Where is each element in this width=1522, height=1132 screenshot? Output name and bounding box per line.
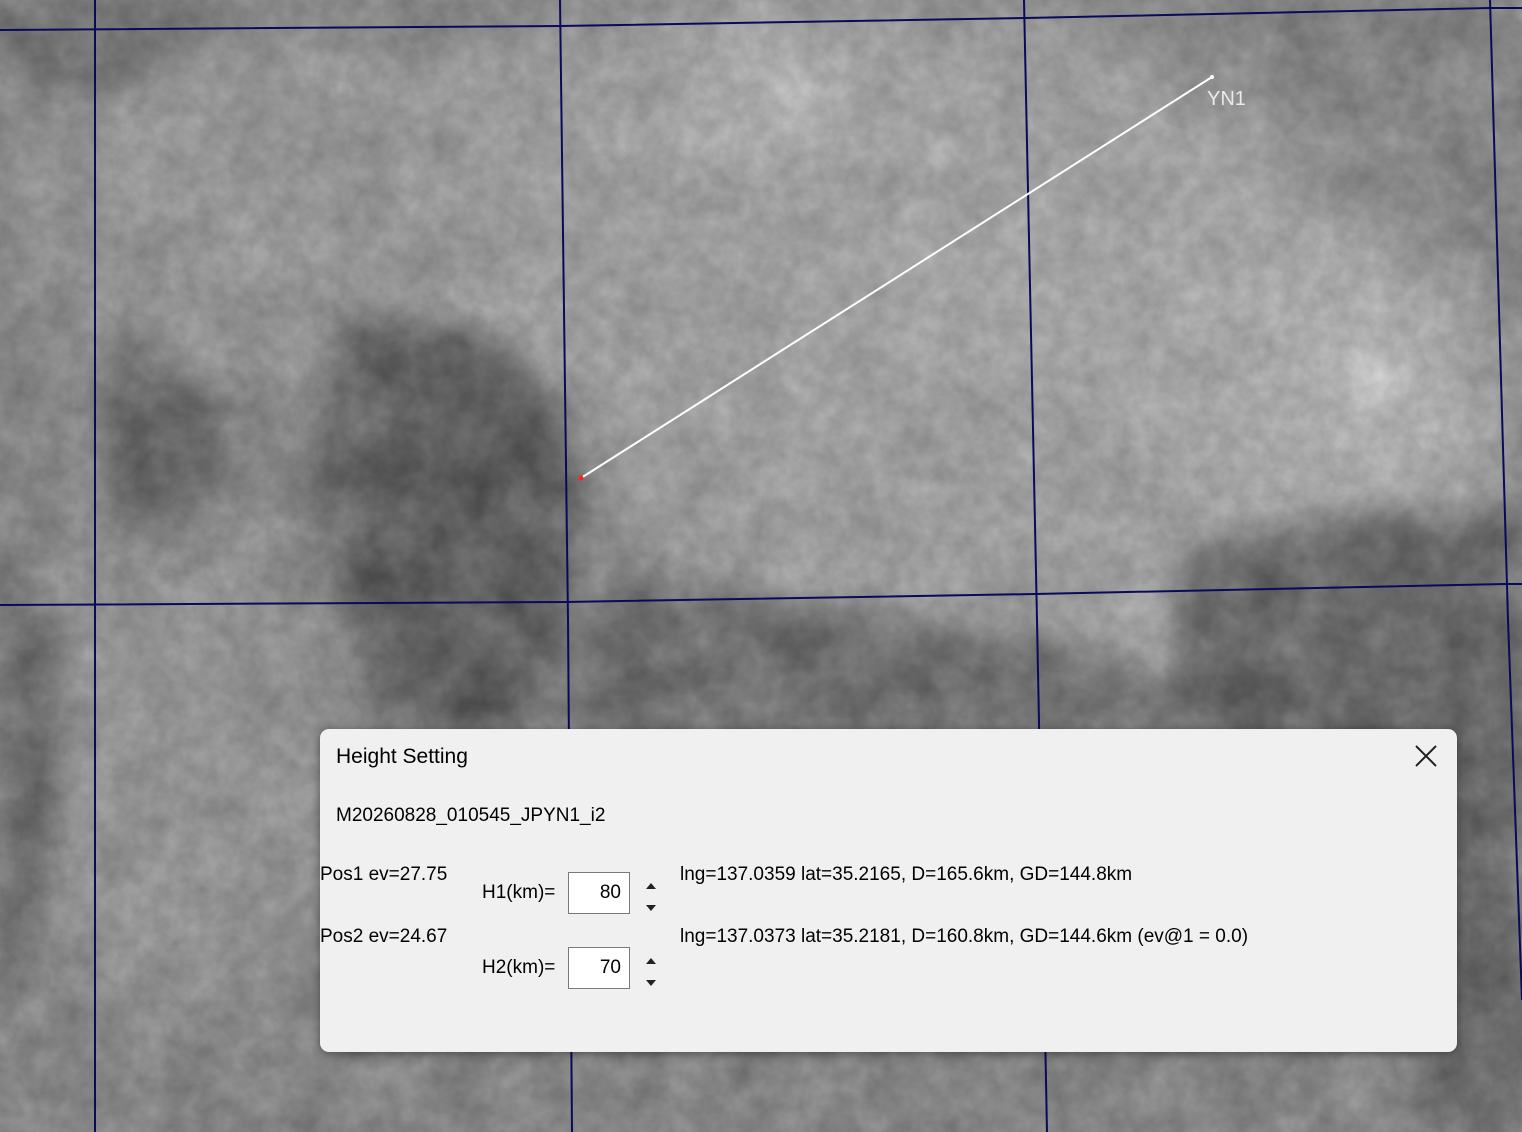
- station-marker: [1210, 75, 1214, 79]
- station-label: YN1: [1207, 88, 1246, 110]
- pos1-label: Pos1 ev=27.75: [320, 864, 448, 885]
- h1-up-button[interactable]: [638, 876, 664, 896]
- h2-spinner[interactable]: [638, 951, 664, 993]
- dialog-title: Height Setting: [336, 745, 468, 768]
- h1-label: H1(km)=: [482, 882, 556, 903]
- file-name: M20260828_010545_JPYN1_i2: [336, 805, 606, 826]
- h2-down-button[interactable]: [638, 973, 664, 993]
- h1-down-button[interactable]: [638, 898, 664, 918]
- h1-spinner[interactable]: [638, 876, 664, 918]
- pos2-label: Pos2 ev=24.67: [320, 926, 448, 947]
- dialog-titlebar[interactable]: Height Setting: [320, 729, 1457, 787]
- pos1-marker: [578, 475, 584, 481]
- spin-up-icon: [646, 883, 656, 889]
- h1-input[interactable]: [569, 873, 629, 913]
- close-button[interactable]: [1407, 739, 1445, 773]
- spin-up-icon: [646, 958, 656, 964]
- spin-down-icon: [646, 980, 656, 986]
- height-setting-dialog: Height Setting M20260828_010545_JPYN1_i2…: [320, 729, 1457, 1052]
- h2-field[interactable]: [568, 947, 630, 989]
- h1-field[interactable]: [568, 872, 630, 914]
- close-icon: [1415, 745, 1437, 767]
- spin-down-icon: [646, 905, 656, 911]
- pos1-info: lng=137.0359 lat=35.2165, D=165.6km, GD=…: [680, 864, 1133, 885]
- h2-label: H2(km)=: [482, 957, 556, 978]
- h2-input[interactable]: [569, 948, 629, 988]
- h2-up-button[interactable]: [638, 951, 664, 971]
- pos2-info: lng=137.0373 lat=35.2181, D=160.8km, GD=…: [680, 926, 1249, 947]
